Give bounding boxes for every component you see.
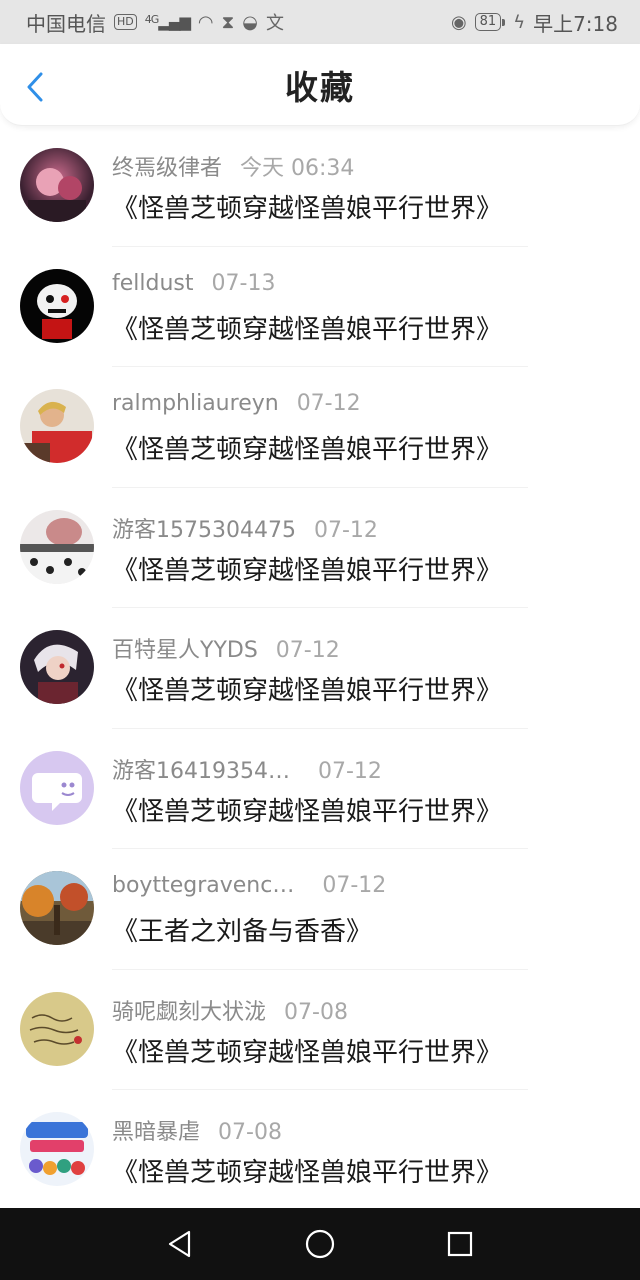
avatar[interactable] (20, 268, 94, 343)
username[interactable]: 骑呢觑刻大状泷 (112, 994, 266, 1026)
clock: 早上7:18 (533, 11, 618, 36)
book-title[interactable]: 《怪兽芝顿穿越怪兽娘平行世界》 (112, 188, 502, 225)
triangle-back-icon (168, 1230, 191, 1258)
chevron-left-icon (27, 72, 43, 102)
username[interactable]: 黑暗暴虐 (112, 1114, 200, 1146)
list-item[interactable]: 百特星人YYDS 07-12 《怪兽芝顿穿越怪兽娘平行世界》 (0, 608, 640, 729)
list-item[interactable]: 终焉级律者 今天 06:34 《怪兽芝顿穿越怪兽娘平行世界》 (0, 126, 640, 247)
username[interactable]: 游客16419354… (112, 753, 290, 785)
avatar[interactable] (20, 509, 94, 584)
list-item[interactable]: 骑呢觑刻大状泷 07-08 《怪兽芝顿穿越怪兽娘平行世界》 (0, 970, 640, 1090)
hd-badge: HD (114, 14, 137, 30)
timestamp: 07-12 (313, 517, 378, 543)
timestamp: 07-12 (322, 873, 387, 898)
username[interactable]: ralmphliaureyn (112, 391, 279, 416)
book-title[interactable]: 《怪兽芝顿穿越怪兽娘平行世界》 (112, 1152, 502, 1189)
hourglass-icon: ⧗ (221, 11, 235, 33)
nav-recent-button[interactable] (440, 1224, 480, 1264)
avatar[interactable] (20, 750, 94, 825)
wechat-icon: ◒ (242, 11, 258, 33)
timestamp: 07-12 (317, 758, 382, 784)
book-title[interactable]: 《怪兽芝顿穿越怪兽娘平行世界》 (112, 1032, 502, 1069)
list-item[interactable]: ralmphliaureyn 07-12 《怪兽芝顿穿越怪兽娘平行世界》 (0, 367, 640, 488)
book-title[interactable]: 《怪兽芝顿穿越怪兽娘平行世界》 (112, 429, 502, 466)
signal-icon: 4G▂▄▆ (144, 13, 191, 31)
timestamp: 07-08 (218, 1120, 282, 1145)
title-bar: 收藏 (0, 44, 640, 126)
username[interactable]: boyttegravenc… (112, 873, 294, 898)
carrier-label: 中国电信 (26, 11, 106, 36)
translate-icon: 文 (265, 13, 284, 34)
book-title[interactable]: 《怪兽芝顿穿越怪兽娘平行世界》 (112, 309, 502, 346)
book-title[interactable]: 《王者之刘备与香香》 (112, 911, 372, 948)
avatar[interactable] (20, 991, 94, 1066)
list-item[interactable]: boyttegravenc… 07-12 《王者之刘备与香香》 (0, 849, 640, 970)
book-title[interactable]: 《怪兽芝顿穿越怪兽娘平行世界》 (112, 670, 502, 707)
nav-home-button[interactable] (300, 1224, 340, 1264)
battery-icon: 81 (474, 13, 505, 31)
book-title[interactable]: 《怪兽芝顿穿越怪兽娘平行世界》 (112, 791, 502, 828)
timestamp: 07-12 (275, 638, 340, 663)
system-nav-bar (0, 1208, 640, 1280)
avatar[interactable] (20, 630, 94, 704)
list-item[interactable]: felldust 07-13 《怪兽芝顿穿越怪兽娘平行世界》 (0, 247, 640, 367)
avatar[interactable] (20, 1112, 94, 1186)
favorites-list: 终焉级律者 今天 06:34 《怪兽芝顿穿越怪兽娘平行世界》 felldust 07… (0, 126, 640, 1211)
list-item[interactable]: 游客1575304475 07-12 《怪兽芝顿穿越怪兽娘平行世界》 (0, 488, 640, 608)
book-title[interactable]: 《怪兽芝顿穿越怪兽娘平行世界》 (112, 550, 502, 587)
username[interactable]: 游客1575304475 (112, 512, 296, 544)
charging-icon: ϟ (513, 11, 526, 33)
username[interactable]: 百特星人YYDS (112, 632, 258, 664)
back-button[interactable] (22, 71, 48, 103)
wifi-icon: ◠ (197, 11, 214, 33)
list-item[interactable]: 黑暗暴虐 07-08 《怪兽芝顿穿越怪兽娘平行世界》 (0, 1090, 640, 1211)
circle-home-icon (305, 1229, 335, 1259)
timestamp: 07-08 (284, 999, 348, 1025)
nav-back-button[interactable] (160, 1224, 200, 1264)
avatar[interactable] (20, 389, 94, 463)
avatar[interactable] (20, 871, 94, 945)
network-type: 4G (144, 13, 159, 26)
username[interactable]: felldust (112, 271, 194, 296)
status-bar: 中国电信 HD 4G▂▄▆ ◠ ⧗ ◒ 文 ◉ 81 ϟ 早上7:18 (0, 0, 640, 44)
timestamp: 07-12 (296, 391, 361, 416)
eye-icon: ◉ (450, 11, 467, 33)
username[interactable]: 终焉级律者 (112, 150, 222, 182)
timestamp: 今天 06:34 (240, 156, 355, 181)
list-item[interactable]: 游客16419354… 07-12 《怪兽芝顿穿越怪兽娘平行世界》 (0, 729, 640, 849)
page-title: 收藏 (285, 67, 355, 107)
avatar[interactable] (20, 148, 94, 222)
timestamp: 07-13 (211, 270, 276, 296)
square-recent-icon (447, 1231, 473, 1257)
